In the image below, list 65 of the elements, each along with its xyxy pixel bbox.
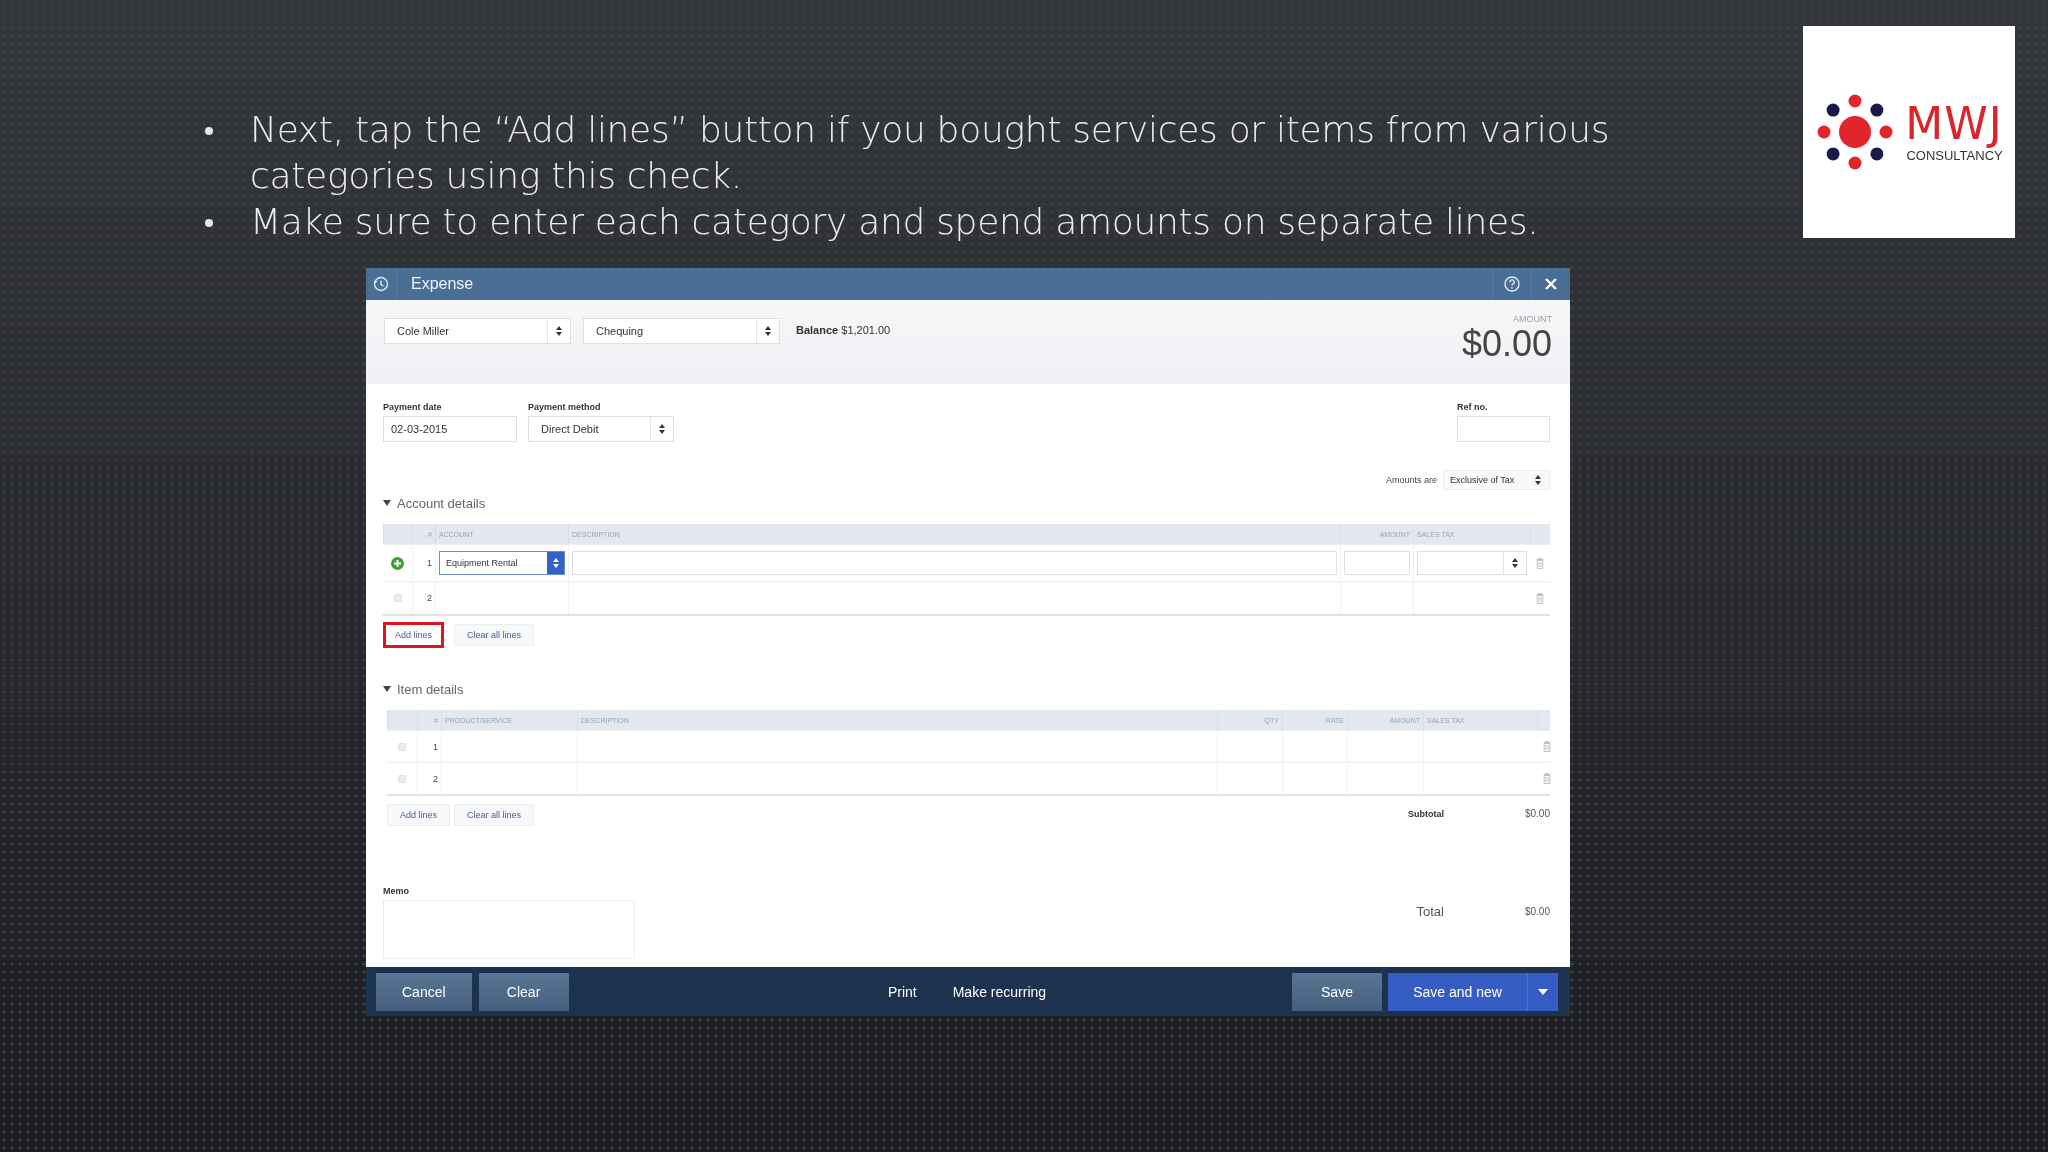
account-cell-select[interactable]: Equipment Rental [439,551,565,575]
table-action-button[interactable]: Add lines [383,622,445,648]
caret-icon[interactable] [383,499,391,507]
trash-icon [1543,741,1551,752]
bullet-icon [204,126,214,136]
table-action-button[interactable]: Clear all lines [454,804,535,826]
payee-select[interactable]: Cole Miller [384,318,571,344]
drag-handle-icon [398,742,406,751]
footer-button[interactable]: Save [1292,972,1382,1011]
section-title[interactable]: Item details [397,681,464,697]
field-label: Payment method [528,402,602,412]
tax-mode-select[interactable]: Exclusive of Tax [1443,470,1550,490]
bullet-text: Next, tap the “Add lines” button if you bought services or items from various categories using this check. [250,108,1611,198]
close-icon [1544,277,1558,291]
balance-text: Balance $1,201.00 [796,323,891,336]
spinner-icon [659,424,665,434]
logo-tagline: CONSULTANCY [1906,148,2003,164]
subtotal-value: $0.00 [1523,808,1550,819]
amount-value: $0.00 [1461,324,1552,364]
amount-field[interactable] [1344,551,1410,575]
drag-handle-icon [398,774,406,783]
row-number: 2 [412,582,435,614]
add-row-icon [391,556,404,570]
table-action-button[interactable]: Add lines [387,804,451,826]
drag-handle-icon [393,594,402,602]
window-title: Expense [410,275,475,293]
history-icon [373,276,389,292]
field-label: Ref no. [1457,402,1489,412]
section-title[interactable]: Account details [397,495,486,511]
bullet-text: Make sure to enter each category and spend amounts on separate lines. [250,200,1540,244]
bullet-icon [204,218,214,228]
subtotal-label: Subtotal [1407,808,1444,819]
amounts-are-label: Amounts are [1385,475,1437,485]
account-select[interactable]: Chequing [583,318,780,344]
table-action-button[interactable]: Clear all lines [454,624,535,646]
row-number: 1 [412,545,435,581]
help-icon [1504,276,1520,292]
field-label: Memo [383,886,410,896]
spinner-icon [556,326,562,336]
date-field[interactable]: 02-03-2015 [383,416,517,442]
footer-button[interactable]: Clear [478,972,569,1011]
payment-method-select[interactable]: Direct Debit [528,416,674,442]
ref-field[interactable] [1457,416,1550,442]
caret-icon [1538,988,1548,995]
sales-tax-select[interactable] [1417,551,1527,575]
caret-icon[interactable] [383,685,391,693]
logo-brand: MWJ [1905,100,2003,148]
total-value: $0.00 [1523,906,1550,917]
field-label: Payment date [383,402,443,412]
spinner-icon [552,558,559,568]
trash-icon [1536,592,1544,604]
description-field[interactable] [572,551,1337,575]
spinner-icon [765,326,771,336]
footer-link[interactable]: Print [879,972,925,1011]
trash-icon [1543,773,1551,784]
amount-label: AMOUNT [1513,314,1552,324]
spinner-icon [1535,475,1541,485]
spinner-icon [1512,558,1518,568]
row-number: 2 [417,763,441,794]
total-label: Total [1415,904,1444,919]
save-and-new-button[interactable]: Save and new [1388,972,1558,1011]
trash-icon [1536,557,1544,569]
row-number: 1 [417,731,441,762]
footer-button[interactable]: Cancel [376,972,472,1011]
footer-link[interactable]: Make recurring [944,972,1055,1011]
